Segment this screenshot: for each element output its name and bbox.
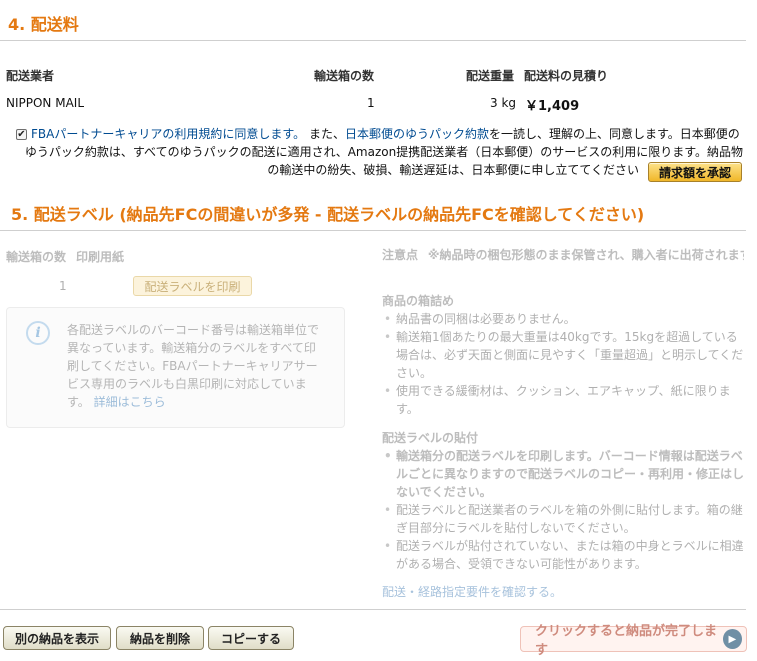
packing-heading: 商品の箱詰め: [382, 294, 455, 308]
info-line: ビス専用のラベルも白黒印刷に対応していま: [67, 377, 307, 391]
packing-item: 使用できる緩衝材は、クッション、エアキャップ、紙に限ります。: [382, 382, 746, 418]
agree-line-1: FBAパートナーキャリアの利用規約に同意します。 また、日本郵便のゆうパック約款…: [31, 125, 740, 143]
shipping-estimate: ￥1,409: [525, 99, 580, 114]
print-label-button[interactable]: 配送ラベルを印刷: [133, 276, 252, 296]
copy-button[interactable]: コピーする: [208, 626, 294, 650]
agree-text-tail: を一読し、理解の上、同意します。日本郵便の: [489, 127, 740, 141]
label-item: 配送ラベルと配送業者のラベルを箱の外側に貼付します。箱の継ぎ目部分にラベルを貼付…: [382, 501, 746, 537]
carrier-name: NIPPON MAIL: [6, 96, 85, 110]
header-estimate: 配送料の見積り: [524, 69, 609, 83]
shipping-weight: 3 kg: [490, 96, 517, 110]
divider: [0, 609, 746, 610]
approve-charge-button[interactable]: 請求額を承認: [648, 162, 742, 182]
section-title-shipping-label: 5. 配送ラベル (納品先FCの間違いが多発 - 配送ラベルの納品先FCを確認し…: [11, 205, 645, 224]
caution-line: 注意点 ※納品時の梱包形態のまま保管され、購入者に出荷されます: [382, 246, 744, 266]
partner-carrier-terms-link[interactable]: FBAパートナーキャリアの利用規約に同意します。: [31, 127, 305, 141]
caution-label: 注意点: [382, 248, 419, 262]
info-line: 刷してください。FBAパートナーキャリアサー: [67, 359, 318, 373]
label-heading: 配送ラベルの貼付: [382, 431, 479, 445]
agree-checkbox[interactable]: ✔: [16, 129, 27, 140]
complete-label: クリックすると納品が完了します: [535, 624, 718, 658]
label-col-boxes: 輸送箱の数: [6, 250, 67, 264]
packing-item: 輸送箱1個あたりの最大重量は40kgです。15kgを超過している場合は、必ず天面…: [382, 328, 746, 382]
label-item: 輸送箱分の配送ラベルを印刷します。バーコード情報は配送ラベルごとに異なりますので…: [382, 447, 746, 501]
label-col-paper: 印刷用紙: [76, 250, 125, 264]
play-arrow-icon: ▶: [722, 629, 742, 649]
label-list: 輸送箱分の配送ラベルを印刷します。バーコード情報は配送ラベルごとに異なりますので…: [382, 447, 746, 573]
agree-line-3: の輸送中の紛失、破損、輸送遅延は、日本郵便に申し立ててください: [267, 163, 639, 177]
info-line: 各配送ラベルのバーコード番号は輸送箱単位で: [67, 323, 320, 337]
show-other-shipment-button[interactable]: 別の納品を表示: [3, 626, 111, 650]
info-icon: i: [26, 321, 50, 345]
section-title-shipping-fee: 4. 配送料: [8, 15, 79, 34]
divider: [0, 40, 746, 41]
packing-list: 納品書の同梱は必要ありません。 輸送箱1個あたりの最大重量は40kgです。15k…: [382, 310, 746, 418]
complete-shipment-button[interactable]: クリックすると納品が完了します ▶: [520, 624, 747, 658]
delete-shipment-button[interactable]: 納品を削除: [116, 626, 204, 650]
boxes-count: 1: [367, 96, 375, 110]
yupack-terms-link[interactable]: 日本郵便のゆうパック約款: [345, 127, 489, 141]
info-line: す。: [67, 395, 90, 409]
requirements-link[interactable]: 配送・経路指定要件を確認する。: [382, 583, 562, 600]
agree-line-2: ゆうパック約款は、すべてのゆうパックの配送に適用され、Amazon提携配送業者（…: [24, 145, 743, 159]
caution-text: ※納品時の梱包形態のまま保管され、購入者に出荷されます: [427, 248, 744, 262]
header-boxes: 輸送箱の数: [314, 69, 375, 83]
packing-item: 納品書の同梱は必要ありません。: [382, 310, 746, 328]
header-weight: 配送重量: [466, 69, 515, 83]
label-item: 配送ラベルが貼付されていない、または箱の中身とラベルに相違がある場合、受領できな…: [382, 537, 746, 573]
divider: [0, 230, 746, 231]
label-boxes-value: 1: [59, 279, 67, 293]
details-link[interactable]: 詳細はこちら: [94, 395, 166, 409]
info-line: 異なっています。輸送箱分のラベルをすべて印: [67, 341, 316, 355]
label-info-box: i 各配送ラベルのバーコード番号は輸送箱単位で 異なっています。輸送箱分のラベル…: [6, 307, 345, 428]
header-carrier: 配送業者: [6, 69, 55, 83]
label-info-text: 各配送ラベルのバーコード番号は輸送箱単位で 異なっています。輸送箱分のラベルをす…: [67, 321, 343, 411]
agree-text-also: また、: [305, 127, 345, 141]
